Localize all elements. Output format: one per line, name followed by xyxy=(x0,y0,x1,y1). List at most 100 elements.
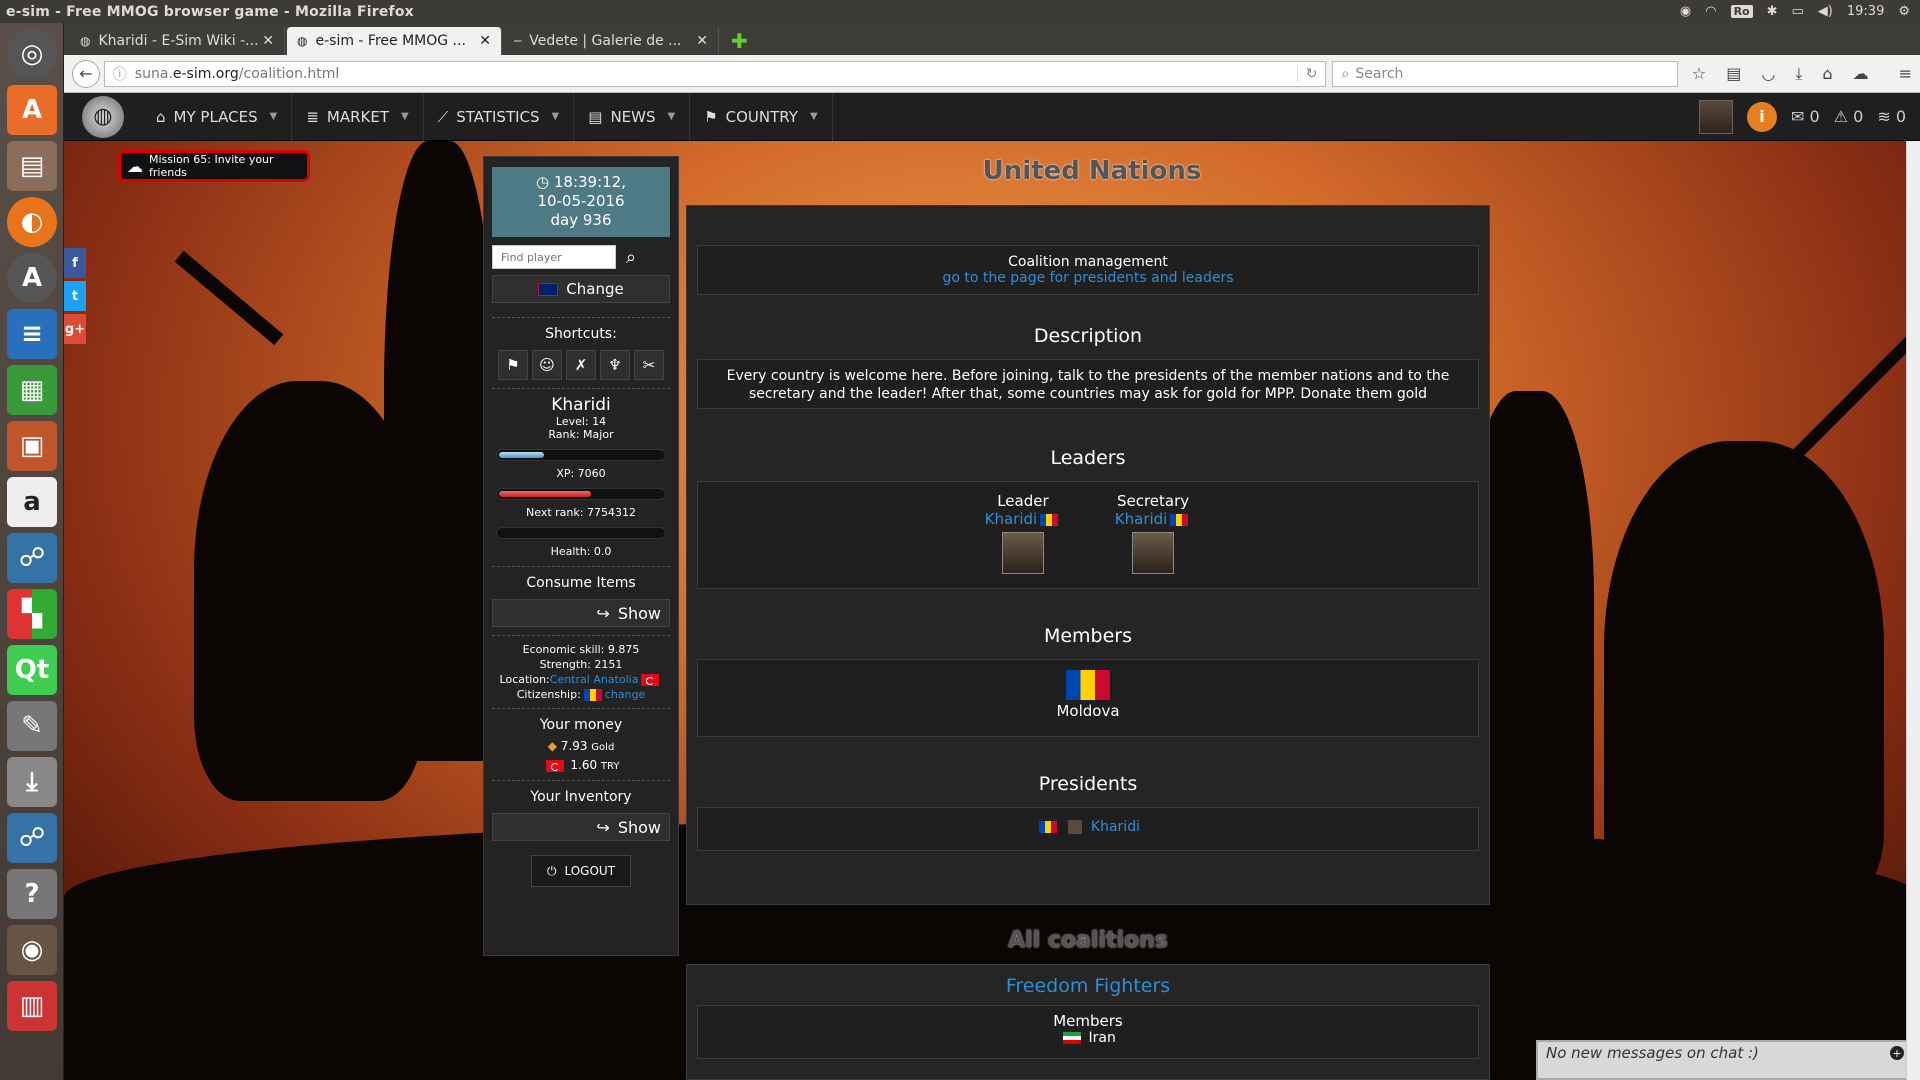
twitter-icon[interactable]: t xyxy=(64,281,86,311)
search-placeholder: Search xyxy=(1355,65,1404,82)
ubuntu-dash-icon[interactable]: ◎ xyxy=(7,29,57,79)
nav-news[interactable]: ▤ NEWS ▼ xyxy=(574,92,691,141)
caret-down-icon: ▼ xyxy=(551,111,560,122)
esim-logo-icon[interactable]: ◍ xyxy=(82,95,124,138)
files-icon[interactable]: ▤ xyxy=(7,141,57,191)
close-tab-icon[interactable]: ✕ xyxy=(262,33,274,49)
bookmark-star-icon[interactable]: ☆ xyxy=(1692,64,1706,84)
info-icon[interactable]: ⓘ xyxy=(113,64,127,84)
software-center-icon[interactable]: A xyxy=(7,85,57,135)
chat-box[interactable]: No new messages on chat :) + xyxy=(1536,1040,1912,1080)
member-country[interactable]: Moldova xyxy=(698,702,1478,720)
settings-gear-icon[interactable]: ⚙ xyxy=(1898,4,1910,19)
leader-avatar[interactable] xyxy=(1001,532,1044,574)
clock[interactable]: 19:39 xyxy=(1847,4,1884,19)
show-inventory-button[interactable]: ↪ Show xyxy=(492,813,670,841)
pocket-icon[interactable]: ◡ xyxy=(1761,64,1775,84)
system-tools-icon[interactable]: ✎ xyxy=(7,701,57,751)
facebook-icon[interactable]: f xyxy=(64,248,86,278)
mission-banner[interactable]: ☁ Mission 65: Invite your friends xyxy=(118,150,310,182)
xp-value: XP: 7060 xyxy=(556,467,606,480)
tab-esim[interactable]: ◍ e-sim - Free MMOG ... ✕ xyxy=(287,27,502,55)
app-grid-icon[interactable]: ▚ xyxy=(7,589,57,639)
keyboard-indicator[interactable]: Ro xyxy=(1730,5,1753,18)
battery-icon[interactable]: ▭ xyxy=(1792,4,1804,19)
wifi-icon[interactable]: ◠ xyxy=(1705,4,1716,19)
nav-market[interactable]: ≣ MARKET ▼ xyxy=(292,92,424,141)
player-name[interactable]: Kharidi xyxy=(484,395,678,415)
chat-bubble-icon[interactable]: ☁ xyxy=(1853,64,1869,84)
close-tab-icon[interactable]: ✕ xyxy=(696,33,708,49)
calc-icon[interactable]: ▦ xyxy=(7,365,57,415)
menu-icon[interactable]: ≡ xyxy=(1899,64,1912,84)
writer-icon[interactable]: ≡ xyxy=(7,309,57,359)
python-idle-icon[interactable]: ☍ xyxy=(7,813,57,863)
next-rank-value: Next rank: 7754312 xyxy=(526,506,636,519)
navigation-bar: ← ⓘ suna. e-sim.org/coalition.html ↻ ⌕ Sea… xyxy=(64,55,1920,93)
search-input[interactable]: ⌕ Search xyxy=(1332,60,1678,87)
location-link[interactable]: Central Anatolia xyxy=(550,673,639,686)
url-bar[interactable]: ⓘ suna. e-sim.org/coalition.html ↻ xyxy=(103,60,1327,87)
install-icon[interactable]: ⤓ xyxy=(7,757,57,807)
avatar[interactable] xyxy=(1699,99,1733,134)
search-icon[interactable]: ⌕ xyxy=(626,247,636,268)
user-add-icon[interactable]: ☺ xyxy=(532,350,562,380)
download-icon[interactable]: ⤓ xyxy=(1795,64,1802,84)
nav-my-places[interactable]: ⌂ MY PLACES ▼ xyxy=(142,92,293,141)
nav-country[interactable]: ⚑ COUNTRY ▼ xyxy=(690,92,833,141)
reload-icon[interactable]: ↻ xyxy=(1296,65,1326,82)
info-badge-icon[interactable]: i xyxy=(1747,101,1777,132)
new-tab-icon[interactable]: ✚ xyxy=(731,29,748,53)
show-consume-button[interactable]: ↪ Show xyxy=(492,599,670,627)
back-arrow-icon[interactable]: ← xyxy=(72,59,100,88)
chat-status: No new messages on chat :) xyxy=(1546,1044,1759,1062)
bookmark-icon[interactable]: ⚑ xyxy=(498,350,528,380)
chat-toggle-icon[interactable]: + xyxy=(1890,1046,1904,1060)
software-updater-icon[interactable]: A xyxy=(7,253,57,303)
caret-down-icon: ▼ xyxy=(667,111,676,122)
moldova-flag-icon[interactable] xyxy=(1066,670,1110,700)
python-icon[interactable]: ☍ xyxy=(7,533,57,583)
alerts[interactable]: ⚠ 0 xyxy=(1834,107,1864,126)
close-tab-icon[interactable]: ✕ xyxy=(479,33,491,49)
impress-icon[interactable]: ▣ xyxy=(7,421,57,471)
president-avatar[interactable] xyxy=(1068,820,1083,834)
bluetooth-icon[interactable]: ✱ xyxy=(1767,4,1778,19)
secretary-name-link[interactable]: Kharidi xyxy=(1115,510,1168,528)
tab-vedete[interactable]: ─ Vedete | Galerie de ... ✕ xyxy=(504,27,719,55)
nav-label: MARKET xyxy=(326,107,390,126)
secretary-avatar[interactable] xyxy=(1132,532,1175,574)
home-icon[interactable]: ⌂ xyxy=(1822,64,1832,84)
reading-list-icon[interactable]: ▤ xyxy=(1726,64,1741,84)
scrollbar[interactable] xyxy=(1906,141,1920,1080)
trophy-icon[interactable]: ♆ xyxy=(600,350,630,380)
amazon-icon[interactable]: a xyxy=(7,477,57,527)
nav-statistics[interactable]: ⟋ STATISTICS ▼ xyxy=(424,92,575,141)
messages[interactable]: ✉ 0 xyxy=(1791,107,1820,126)
url-host: e-sim.org xyxy=(172,65,239,82)
battle-icon[interactable]: ✗ xyxy=(566,350,596,380)
tools-icon[interactable]: ✂ xyxy=(634,350,664,380)
try-row: 1.60 TRY xyxy=(484,758,678,774)
members-label: Members xyxy=(1053,1012,1123,1030)
presidents-leaders-link[interactable]: go to the page for presidents and leader… xyxy=(698,270,1478,286)
steam-icon[interactable]: ◉ xyxy=(1680,4,1691,19)
find-player-input[interactable] xyxy=(492,245,616,269)
trash-icon[interactable]: ▥ xyxy=(7,981,57,1031)
tab-wiki[interactable]: ◍ Kharidi - E-Sim Wiki -... ✕ xyxy=(70,27,285,55)
citizenship-change-link[interactable]: change xyxy=(605,688,645,701)
help-icon[interactable]: ? xyxy=(7,869,57,919)
logout-button[interactable]: ⏻ LOGOUT xyxy=(531,855,631,887)
change-language-button[interactable]: Change xyxy=(492,275,670,303)
volume-icon[interactable]: ◀) xyxy=(1818,4,1833,19)
member-country[interactable]: Iran xyxy=(1089,1030,1116,1046)
firefox-icon[interactable]: ◐ xyxy=(7,197,57,247)
feed[interactable]: ≋ 0 xyxy=(1877,107,1906,126)
google-plus-icon[interactable]: g+ xyxy=(64,314,86,344)
share-arrow-icon: ↪ xyxy=(596,603,610,623)
leader-name-link[interactable]: Kharidi xyxy=(985,510,1038,528)
app-icon[interactable]: ◉ xyxy=(7,925,57,975)
coalition-link[interactable]: Freedom Fighters xyxy=(687,975,1489,997)
president-link[interactable]: Kharidi xyxy=(1091,819,1140,835)
qt-icon[interactable]: Qt xyxy=(7,645,57,695)
